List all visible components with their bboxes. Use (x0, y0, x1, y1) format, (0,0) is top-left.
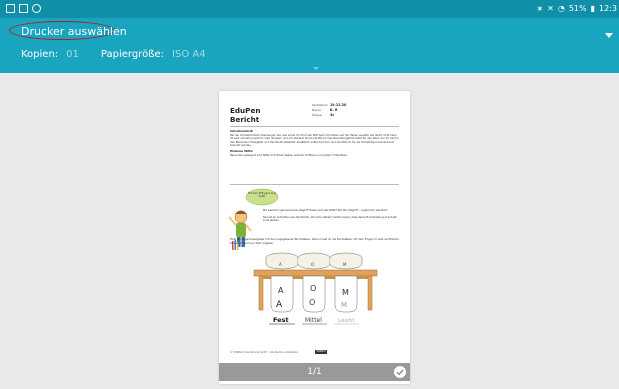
paper-size-label: Papiergröße: (100, 49, 165, 60)
document-section-motorik: Schreibmotorik: Bei der Schreibmotorik ü… (230, 130, 399, 157)
jar-letter: A (278, 286, 284, 295)
print-options-header: Drucker auswählen Kopien: 01 Papiergröße… (0, 18, 619, 73)
expand-icon[interactable] (313, 67, 319, 70)
document-meta: Testdatum 19.12.20 Name K. R Klasse 3c (312, 103, 347, 117)
battery-level: 51% (568, 4, 587, 13)
word-fest: Fest (273, 316, 289, 324)
jar-lids: A O M (265, 252, 363, 270)
document-footer: © STABILO International GmbH · Alle Rech… (230, 350, 399, 354)
jar-letter: M (341, 301, 347, 309)
system-indicators: ∗ ✕ ◔ 51% ▮ 12:3 (536, 4, 617, 13)
divider (230, 126, 399, 127)
jar-letter: M (342, 288, 349, 297)
notification-icons (6, 4, 41, 13)
jars: A O M A O M (270, 275, 358, 313)
bluetooth-icon: ∗ (536, 4, 544, 13)
speech-bubble-text: Mit dem Stift ganz lang Kraft! (248, 192, 276, 198)
page-indicator-bar: 1/1 (219, 363, 410, 381)
mail-icon (19, 4, 28, 13)
document-preview[interactable]: EduPen Bericht Testdatum 19.12.20 Name K. … (219, 91, 410, 384)
divider (230, 184, 399, 185)
copies-label: Kopien: (21, 49, 59, 60)
copies-value[interactable]: 01 (66, 49, 79, 60)
lid-letter: O (311, 262, 314, 267)
footer-copyright: © STABILO International GmbH · Alle Rech… (230, 351, 299, 354)
document-title: EduPen Bericht (230, 106, 261, 124)
page-number: 1/1 (307, 367, 322, 377)
word-mittel: Mittel (305, 317, 322, 324)
exercise-text-1: Mit welchem gemeinsamen Begriff finden s… (263, 209, 389, 212)
image-icon (6, 4, 15, 13)
lid-letter: A (279, 262, 282, 267)
printer-select[interactable]: Drucker auswählen (21, 25, 127, 38)
wifi-icon: ◔ (557, 4, 565, 13)
dropdown-icon[interactable] (605, 33, 613, 38)
exercise-text-2: Kannst du schreiben wie die Wörter, die … (263, 215, 397, 223)
lid-letter: M (343, 262, 347, 267)
exercise-illustration: Mit dem Stift ganz lang Kraft! Mit welch… (228, 188, 400, 325)
jar-letter: A (276, 300, 283, 310)
stabilo-logo: STABILO (315, 350, 327, 354)
jar-letter: O (309, 298, 315, 307)
settings-icon (32, 4, 41, 13)
word-leicht: Leicht (338, 318, 355, 324)
status-bar: ∗ ✕ ◔ 51% ▮ 12:3 (0, 0, 619, 18)
words: Fest Mittel Leicht (269, 316, 359, 325)
mute-icon: ✕ (547, 4, 554, 13)
battery-icon: ▮ (590, 4, 596, 13)
exercise-instruction: Fülle die Regenmessgläser mit den angege… (230, 238, 400, 245)
print-options-row: Kopien: 01 Papiergröße: ISO A4 (21, 49, 206, 60)
clock: 12:3 (599, 4, 617, 13)
check-icon[interactable] (394, 366, 406, 378)
jar-letter: O (310, 284, 316, 293)
paper-size-value[interactable]: ISO A4 (172, 49, 206, 60)
